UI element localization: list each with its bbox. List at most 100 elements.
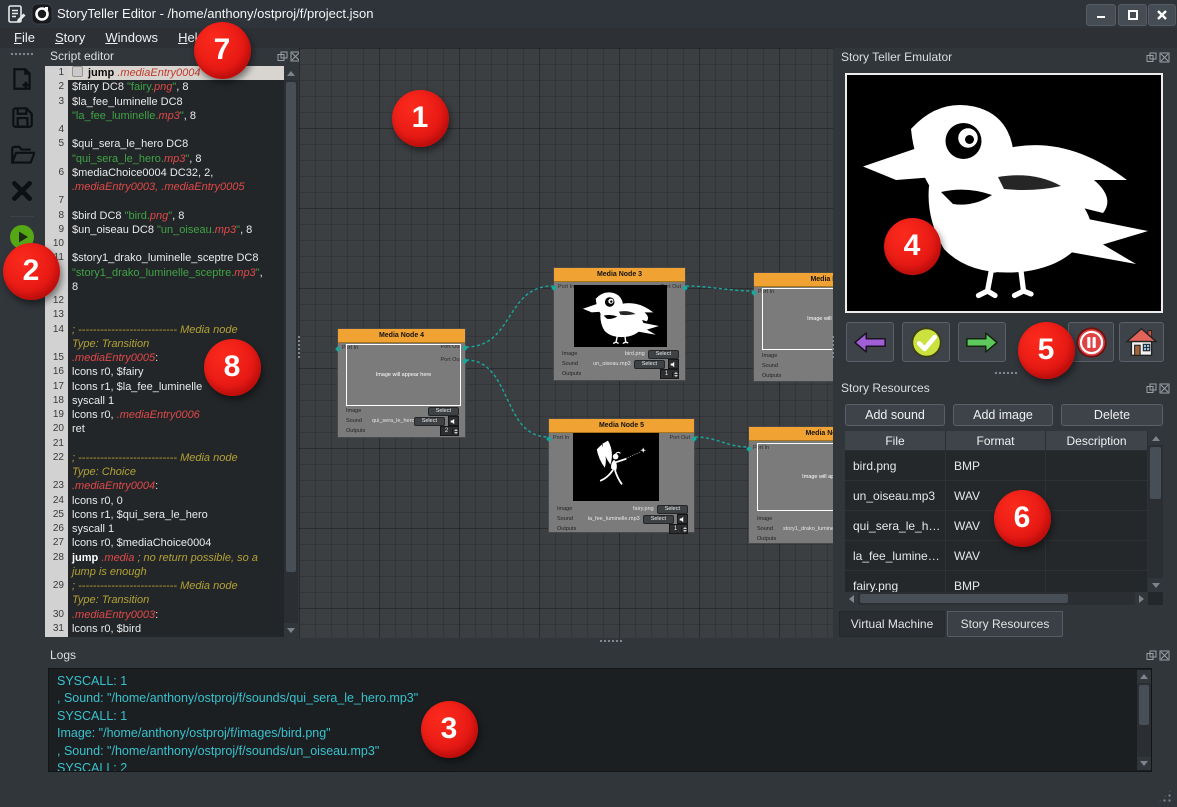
column-header-format[interactable]: Format [946, 431, 1046, 451]
editor-line[interactable]: 19lcons r0, .mediaEntry0006 [45, 408, 284, 422]
menu-file[interactable]: File [4, 28, 45, 47]
maximize-button[interactable] [1118, 4, 1147, 26]
menu-windows[interactable]: Windows [95, 28, 168, 47]
toolbar-drag-handle[interactable] [10, 52, 34, 56]
resize-grip[interactable] [1157, 788, 1173, 804]
select-sound-button[interactable]: Select [643, 515, 674, 524]
play-sound-icon[interactable] [677, 514, 688, 524]
editor-line[interactable]: 7 [45, 194, 284, 208]
editor-line[interactable]: 27lcons r0, $mediaChoice0004 [45, 536, 284, 550]
add-image-button[interactable]: Add image [953, 404, 1053, 426]
splitter-emulator[interactable] [994, 371, 1018, 375]
editor-line[interactable]: 26syscall 1 [45, 522, 284, 536]
select-image-button[interactable]: Select [648, 350, 679, 359]
logs-output[interactable]: SYSCALL: 1, Sound: "/home/anthony/ostpro… [48, 668, 1152, 772]
editor-line[interactable]: 1jump .mediaEntry0004 [45, 66, 284, 80]
editor-line[interactable]: 9$un_oiseau DC8 "un_oiseau.mp3", 8 [45, 223, 284, 237]
port-in[interactable]: Port In [558, 284, 574, 290]
emulator-next-button[interactable] [958, 322, 1006, 362]
editor-line[interactable]: .mediaEntry0003, .mediaEntry0005 [45, 180, 284, 194]
emulator-pause-button[interactable] [1068, 322, 1114, 362]
editor-line[interactable]: 13 [45, 308, 284, 322]
emulator-ok-button[interactable] [902, 322, 950, 362]
editor-line[interactable]: 20ret [45, 422, 284, 436]
editor-line[interactable]: 28jump .media ; no return possible, so a [45, 551, 284, 565]
close-project-icon[interactable] [9, 178, 35, 204]
editor-line[interactable]: 12 [45, 294, 284, 308]
outputs-spinbox[interactable]: 1 [660, 369, 679, 379]
media-node-3[interactable]: Media Node 3 Port In Port Out Image bird… [553, 267, 686, 381]
editor-line[interactable]: 3$la_fee_luminelle DC8 [45, 95, 284, 109]
editor-line[interactable]: Type: Choice [45, 465, 284, 479]
editor-line[interactable]: 11$story1_drako_luminelle_sceptre DC8 [45, 251, 284, 265]
delete-button[interactable]: Delete [1061, 404, 1163, 426]
media-node-4[interactable]: Media Node 4 Port In Port Out Port Out I… [337, 328, 466, 438]
close-button[interactable] [1148, 4, 1176, 26]
add-sound-button[interactable]: Add sound [845, 404, 945, 426]
float-dock-icon[interactable] [277, 51, 288, 62]
splitter-bottom[interactable] [599, 639, 623, 643]
play-sound-icon[interactable] [668, 359, 679, 369]
title-bar[interactable]: StoryTeller Editor - /home/anthony/ostpr… [0, 0, 1177, 29]
save-icon[interactable] [9, 104, 35, 130]
node-graph-canvas[interactable]: Media Node 4 Port In Port Out Port Out I… [299, 48, 833, 638]
media-node-7[interactable]: Media Node 7 Port In Image will appear h… [753, 272, 833, 382]
editor-line[interactable]: 30.mediaEntry0003: [45, 608, 284, 622]
logs-scrollbar[interactable] [1137, 670, 1151, 770]
float-dock-icon[interactable] [1146, 52, 1157, 63]
close-dock-icon[interactable] [1159, 52, 1170, 63]
editor-scrollbar[interactable] [284, 66, 298, 637]
editor-line[interactable]: 8$bird DC8 "bird.png", 8 [45, 209, 284, 223]
editor-line[interactable]: 21 [45, 437, 284, 451]
editor-line[interactable]: 2$fairy DC8 "fairy.png", 8 [45, 80, 284, 94]
play-sound-icon[interactable] [448, 416, 459, 426]
select-sound-button[interactable]: Select [414, 417, 445, 426]
tab-story-resources[interactable]: Story Resources [947, 611, 1063, 637]
editor-line[interactable]: 8 [45, 280, 284, 294]
editor-line[interactable]: 14; --------------------------- Media no… [45, 323, 284, 337]
editor-line[interactable]: 23.mediaEntry0004: [45, 479, 284, 493]
editor-line[interactable]: 18syscall 1 [45, 394, 284, 408]
port-out[interactable]: Port Out [670, 435, 690, 441]
menu-story[interactable]: Story [45, 28, 95, 47]
float-dock-icon[interactable] [1146, 383, 1157, 394]
media-node-6[interactable]: Media Node 6 Port In Image will appear h… [748, 426, 833, 544]
editor-line[interactable]: "qui_sera_le_hero.mp3", 8 [45, 152, 284, 166]
open-icon[interactable] [9, 142, 35, 168]
emulator-home-button[interactable] [1119, 322, 1164, 362]
editor-line[interactable]: 29; --------------------------- Media no… [45, 579, 284, 593]
node-title[interactable]: Media Node 3 [554, 268, 685, 282]
editor-line[interactable]: 6$mediaChoice0004 DC32, 2, [45, 166, 284, 180]
editor-line[interactable]: 25lcons r1, $qui_sera_le_hero [45, 508, 284, 522]
outputs-spinbox[interactable]: 2 [440, 426, 459, 436]
editor-line[interactable]: 24lcons r0, 0 [45, 494, 284, 508]
node-title[interactable]: Media Node 7 [754, 273, 833, 287]
editor-line[interactable]: 4 [45, 123, 284, 137]
close-dock-icon[interactable] [1159, 383, 1170, 394]
media-node-5[interactable]: Media Node 5 Port In Port Out Image fair… [548, 418, 695, 533]
select-image-button[interactable]: Select [428, 407, 459, 416]
emulator-back-button[interactable] [846, 322, 894, 362]
column-header-file[interactable]: File [845, 431, 946, 451]
select-sound-button[interactable]: Select [634, 360, 665, 369]
editor-line[interactable]: 10 [45, 237, 284, 251]
editor-line[interactable]: Type: Transition [45, 593, 284, 607]
editor-line[interactable]: jump is enough [45, 565, 284, 579]
table-hscrollbar[interactable] [845, 592, 1148, 605]
float-dock-icon[interactable] [1146, 650, 1157, 661]
editor-line[interactable]: "la_fee_luminelle.mp3", 8 [45, 109, 284, 123]
node-title[interactable]: Media Node 5 [549, 419, 694, 433]
editor-line[interactable]: 22; --------------------------- Media no… [45, 451, 284, 465]
splitter-right[interactable] [831, 335, 835, 359]
port-in[interactable]: Port In [553, 435, 569, 441]
tab-virtual-machine[interactable]: Virtual Machine [839, 611, 945, 637]
close-dock-icon[interactable] [1159, 650, 1170, 661]
minimize-button[interactable] [1086, 4, 1116, 26]
editor-line[interactable]: "story1_drako_luminelle_sceptre.mp3", [45, 266, 284, 280]
table-row[interactable]: fairy.pngBMP [845, 571, 1148, 592]
editor-line[interactable]: 31lcons r0, $bird [45, 622, 284, 636]
editor-line[interactable]: 5$qui_sera_le_hero DC8 [45, 137, 284, 151]
splitter-left[interactable] [297, 335, 301, 359]
table-row[interactable]: la_fee_lumine…WAV [845, 541, 1148, 571]
column-header-description[interactable]: Description [1046, 431, 1148, 451]
